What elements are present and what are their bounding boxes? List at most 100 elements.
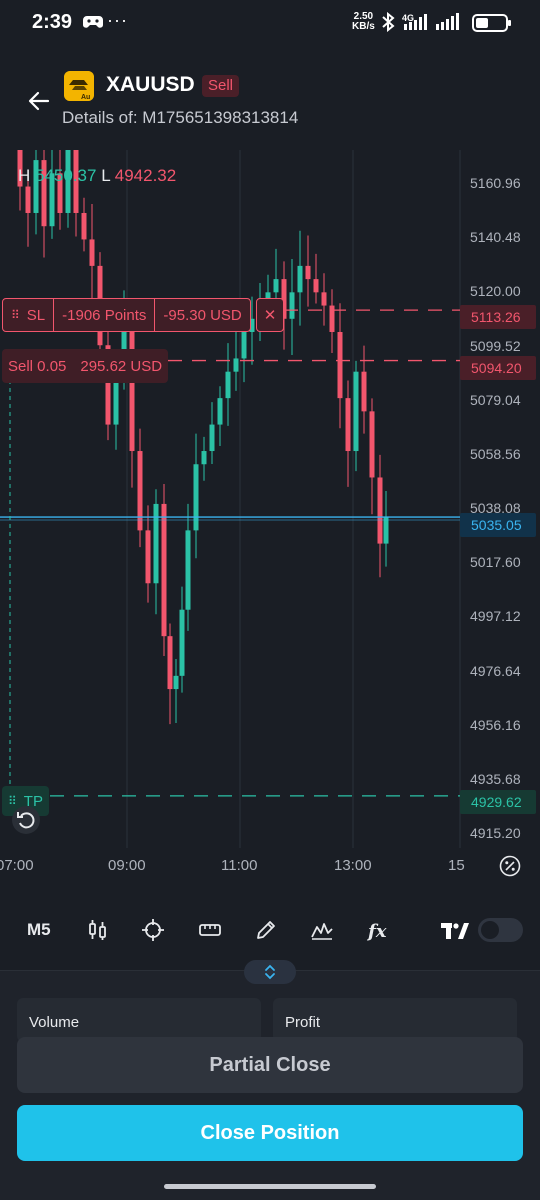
- order-details: Details of: M175651398313814: [62, 108, 299, 127]
- price-tick-label: 5099.52: [470, 337, 521, 354]
- candle-body: [209, 424, 215, 452]
- profit-label: Profit: [285, 1014, 321, 1031]
- candle-body: [345, 398, 351, 452]
- candle-body: [337, 332, 343, 399]
- symbol-title: XAUUSD: [106, 73, 195, 96]
- profit-card[interactable]: Profit: [273, 998, 517, 1042]
- candle-body: [225, 371, 231, 399]
- status-time: 2:39: [32, 11, 73, 33]
- candle-body: [289, 292, 295, 319]
- network-speed: 2.50 KB/s: [352, 11, 375, 32]
- candle-body: [305, 265, 311, 280]
- reset-chart-icon[interactable]: [12, 806, 40, 834]
- candle-body: [361, 371, 367, 412]
- game-controller-icon: [83, 16, 103, 28]
- low-value: 4942.32: [114, 166, 177, 185]
- price-tick-label: 4997.12: [470, 608, 521, 625]
- battery-icon: [472, 14, 511, 32]
- entry-line-label[interactable]: Sell 0.05 295.62 USD: [2, 349, 169, 383]
- high-low-readout: H 5450.37 L 4942.32: [18, 166, 177, 185]
- candle-body: [161, 503, 167, 637]
- gold-logo-icon: Au: [64, 71, 94, 101]
- more-notifications-icon: ···: [107, 10, 128, 30]
- drag-grip-icon: ⠿: [11, 308, 20, 322]
- candle-body: [89, 239, 95, 266]
- home-indicator[interactable]: [164, 1184, 376, 1189]
- candle-body: [217, 398, 223, 425]
- candle-body: [273, 279, 279, 293]
- percent-icon[interactable]: [499, 855, 521, 877]
- price-tick-label: 5140.48: [470, 229, 521, 246]
- price-chart[interactable]: [0, 150, 540, 890]
- candle-body: [313, 279, 319, 293]
- drag-grip-icon: ⠿: [8, 794, 17, 808]
- candle-body: [353, 371, 359, 452]
- candle-body: [173, 675, 179, 690]
- back-arrow-icon[interactable]: [28, 90, 50, 112]
- candle-body: [377, 477, 383, 544]
- sell-volume: Sell 0.05: [8, 357, 67, 375]
- indicators-fx-icon[interactable]: fx: [365, 917, 391, 943]
- price-tick-label: 5079.04: [470, 391, 521, 408]
- high-value: 5450.37: [35, 166, 97, 185]
- remove-sl-button[interactable]: ✕: [256, 298, 284, 332]
- ruler-icon[interactable]: [197, 917, 223, 943]
- chart-toolbar: M5 fx: [0, 905, 540, 955]
- bluetooth-icon: [382, 12, 395, 32]
- price-tick-label: 5160.96: [470, 175, 521, 191]
- candle-body: [81, 212, 87, 240]
- price-tick-label: 5120.00: [470, 283, 521, 300]
- candlestick-icon[interactable]: [85, 917, 111, 943]
- candle-body: [153, 503, 159, 584]
- svg-text:4G: 4G: [402, 13, 414, 23]
- expand-panel-handle[interactable]: [244, 960, 296, 984]
- current-price-tag: 5035.05: [460, 513, 536, 537]
- candle-body: [201, 451, 207, 465]
- candle-body: [179, 609, 185, 676]
- entry-price-tag: 5094.20: [460, 356, 536, 380]
- crosshair-icon[interactable]: [140, 917, 166, 943]
- signal-icon: 4G: [402, 13, 459, 30]
- candle-body: [233, 358, 239, 372]
- candle-body: [129, 318, 135, 452]
- candle-body: [369, 411, 375, 478]
- price-tick-label: 5058.56: [470, 445, 521, 462]
- candle-body: [145, 530, 151, 584]
- svg-text:Au: Au: [81, 94, 90, 101]
- time-tick-label: 07:00: [0, 857, 34, 874]
- timeframe-selector[interactable]: M5: [27, 920, 51, 940]
- sl-drag-handle[interactable]: ⠿ SL: [3, 299, 55, 331]
- volume-card[interactable]: Volume: [17, 998, 261, 1042]
- side-badge: Sell: [202, 75, 240, 97]
- toggle-knob: [481, 921, 499, 939]
- time-tick-label: 15: [448, 857, 465, 874]
- candle-body: [297, 265, 303, 293]
- price-tick-label: 4976.64: [470, 662, 521, 679]
- pencil-icon[interactable]: [253, 917, 279, 943]
- candle-body: [185, 530, 191, 610]
- patterns-icon[interactable]: [309, 917, 335, 943]
- chart-toggle-switch[interactable]: [478, 918, 523, 942]
- time-tick-label: 13:00: [334, 857, 372, 874]
- time-tick-label: 11:00: [221, 857, 258, 874]
- time-tick-label: 09:00: [108, 857, 146, 874]
- expand-chevron-icon: [265, 964, 275, 980]
- candle-body: [167, 636, 173, 690]
- close-position-button[interactable]: Close Position: [17, 1105, 523, 1161]
- sl-price-tag: 5113.26: [460, 305, 536, 329]
- price-tick-label: 5017.60: [470, 554, 521, 571]
- volume-label: Volume: [29, 1014, 80, 1031]
- stop-loss-line-label[interactable]: ⠿ SL -1906 Points -95.30 USD: [2, 298, 251, 332]
- price-tick-label: 4935.68: [470, 770, 521, 787]
- partial-close-button[interactable]: Partial Close: [17, 1037, 523, 1093]
- tradingview-logo-icon: [441, 923, 469, 939]
- candle-body: [25, 186, 31, 213]
- sl-usd: -95.30 USD: [163, 306, 242, 324]
- candle-body: [241, 332, 247, 359]
- sell-profit: 295.62 USD: [80, 357, 163, 375]
- status-bar: 2:39 ··· 2.50 KB/s 4G: [0, 0, 540, 48]
- svg-text:fx: fx: [366, 921, 387, 942]
- tp-price-tag: 4929.62: [460, 790, 536, 814]
- price-tick-label: 4915.20: [470, 825, 521, 841]
- candle-body: [137, 451, 143, 531]
